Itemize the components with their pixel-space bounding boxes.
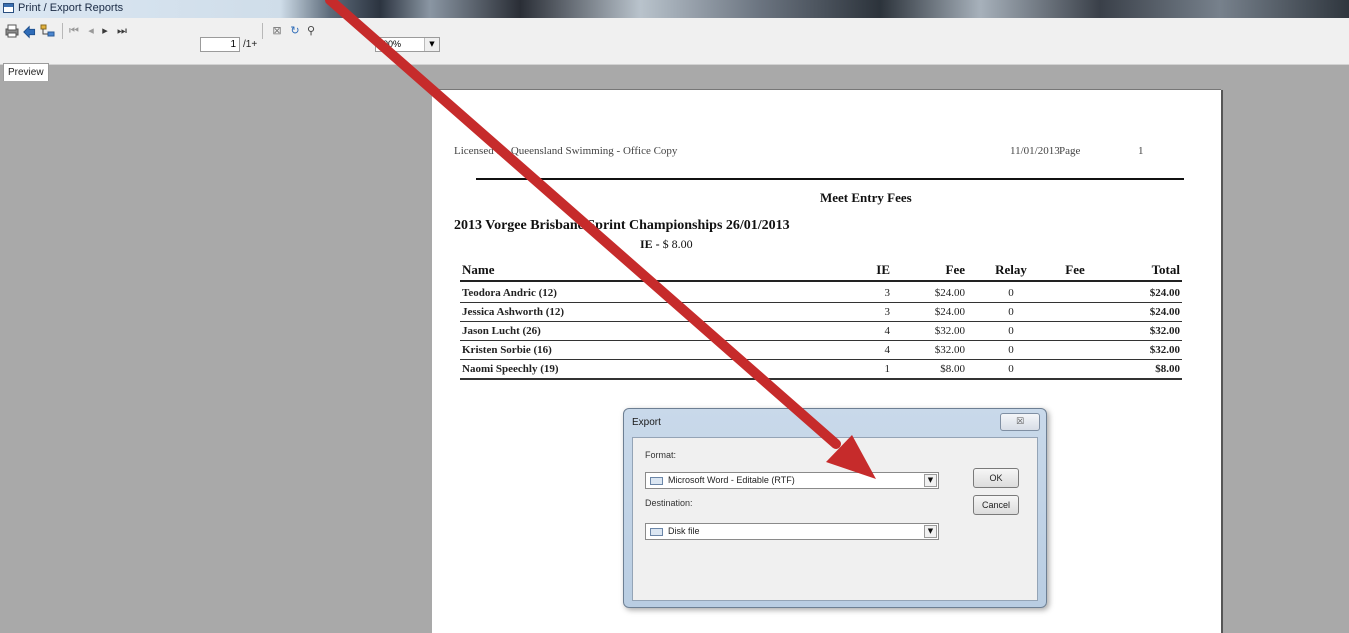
first-page-icon[interactable]: ⏮ [68,23,80,39]
meet-name: 2013 Vorgee Brisbane Sprint Championship… [454,218,790,233]
chevron-down-icon[interactable]: ▼ [424,38,439,51]
zoom-select[interactable]: 100% ▼ [375,37,440,52]
cell-fee: $24.00 [934,287,965,299]
cell-fee: $8.00 [940,363,965,375]
cell-name: Jason Lucht (26) [462,325,541,337]
cell-name: Kristen Sorbie (16) [462,344,552,356]
header-divider [476,178,1184,180]
ie-fee-value: $ 8.00 [662,237,693,251]
cell-total: $8.00 [1155,363,1180,375]
format-select[interactable]: Microsoft Word - Editable (RTF) ▼ [645,472,939,489]
tab-preview[interactable]: Preview [3,63,49,81]
prev-page-icon[interactable]: ◂ [86,23,96,39]
cell-name: Jessica Ashworth (12) [462,306,565,318]
page-total: /1+ [243,39,258,50]
export-dialog: Export ☒ Format: Microsoft Word - Editab… [623,408,1047,608]
table-row: Naomi Speechly (19) 1 $8.00 0 $8.00 [460,360,1182,380]
col-relay: Relay [995,262,1027,277]
cell-fee: $24.00 [934,306,965,318]
col-relay-fee: Fee [1065,262,1085,277]
cell-ie: 3 [884,287,891,299]
chevron-down-icon[interactable]: ▼ [924,474,937,487]
cell-relay: 0 [1008,287,1014,299]
page-number: 1 [1138,145,1144,157]
col-fee: Fee [945,262,965,277]
export-icon[interactable] [22,23,38,39]
table-header: Name IE Fee Relay Fee Total [460,260,1182,282]
window-icon [3,3,14,13]
dialog-title: Export [632,417,661,428]
table-row: Teodora Andric (12) 3 $24.00 0 $24.00 [460,284,1182,303]
col-name: Name [462,262,495,277]
cell-relay: 0 [1008,363,1014,375]
cell-relay: 0 [1008,325,1014,337]
cell-fee: $32.00 [934,344,965,356]
format-value: Microsoft Word - Editable (RTF) [668,475,795,485]
cell-fee: $32.00 [934,325,965,337]
cell-total: $32.00 [1149,325,1180,337]
table-row: Jessica Ashworth (12) 3 $24.00 0 $24.00 [460,303,1182,322]
license-text: Licensed to: Queensland Swimming - Offic… [454,145,678,157]
cell-name: Naomi Speechly (19) [462,363,559,375]
col-ie: IE [876,262,890,277]
ie-label: IE - [640,237,660,251]
disk-icon [650,528,663,536]
cell-ie: 3 [884,306,891,318]
zoom-value: 100% [378,39,402,49]
tree-icon[interactable] [40,23,56,39]
table-row: Kristen Sorbie (16) 4 $32.00 0 $32.00 [460,341,1182,360]
window-title: Print / Export Reports [18,2,124,14]
cell-relay: 0 [1008,344,1014,356]
toolbar: ⏮ ◂ ▸ ⏭ ⊠ ↻ ⚲ 1 /1+ 100% ▼ Preview [0,18,1349,81]
close-icon[interactable]: ☒ [1000,413,1040,431]
ie-fee: IE - $ 8.00 [640,237,693,252]
cell-total: $24.00 [1149,287,1180,299]
refresh-icon[interactable]: ↻ [288,23,302,39]
cell-relay: 0 [1008,306,1014,318]
cell-name: Teodora Andric (12) [462,287,557,299]
cell-ie: 4 [884,325,891,337]
title-bar: Print / Export Reports [0,0,1349,18]
destination-select[interactable]: Disk file ▼ [645,523,939,540]
search-icon[interactable]: ⚲ [304,23,318,39]
last-page-icon[interactable]: ⏭ [116,23,128,39]
report-title: Meet Entry Fees [820,190,912,205]
next-page-icon[interactable]: ▸ [100,23,110,39]
dialog-body: Format: Microsoft Word - Editable (RTF) … [632,437,1038,601]
table-row: Jason Lucht (26) 4 $32.00 0 $32.00 [460,322,1182,341]
cancel-button[interactable]: Cancel [973,495,1019,515]
cell-ie: 4 [884,344,891,356]
cell-ie: 1 [884,363,891,375]
format-label: Format: [645,450,677,460]
document-icon [650,477,663,485]
destination-value: Disk file [668,526,700,536]
ok-button[interactable]: OK [973,468,1019,488]
report-date: 11/01/2013 [1010,145,1060,157]
close-current-view-icon[interactable]: ⊠ [270,23,284,39]
print-icon[interactable] [4,23,20,39]
page-number-input[interactable]: 1 [200,37,240,52]
col-total: Total [1151,262,1180,277]
cell-total: $24.00 [1149,306,1180,318]
toolbar-separator [62,23,63,39]
toolbar-separator [262,23,263,39]
page-label: Page [1059,145,1081,157]
destination-label: Destination: [645,498,693,508]
chevron-down-icon[interactable]: ▼ [924,525,937,538]
cell-total: $32.00 [1149,344,1180,356]
